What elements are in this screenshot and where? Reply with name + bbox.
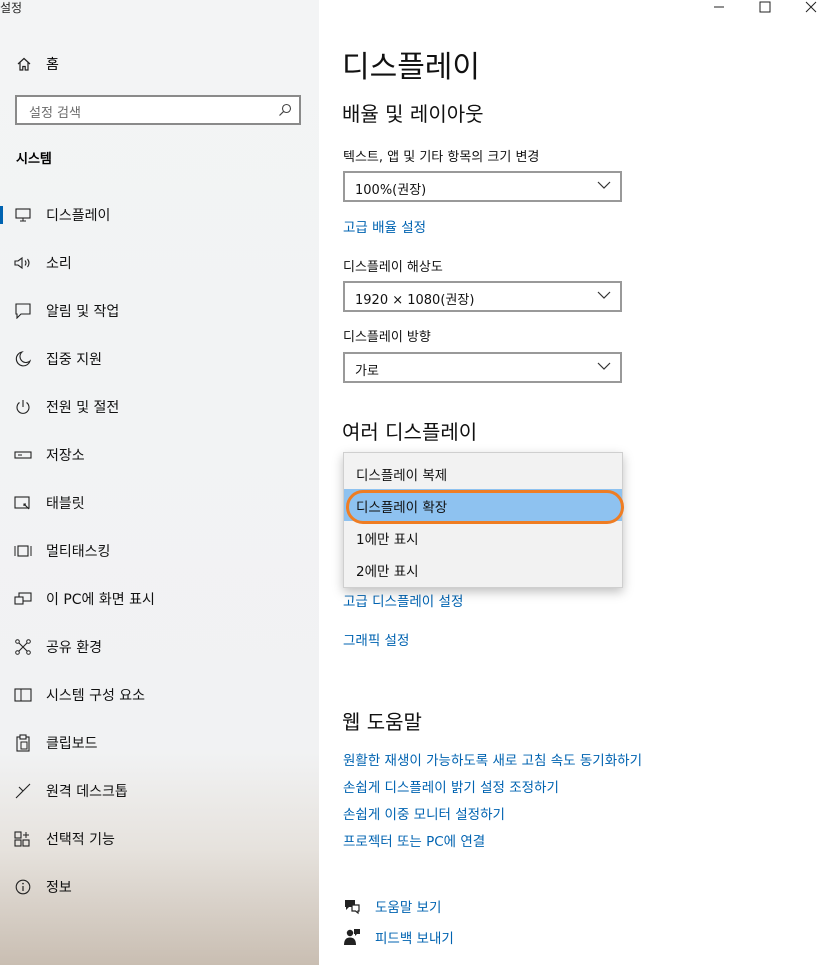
option-duplicate[interactable]: 디스플레이 복제 xyxy=(344,457,622,489)
sidebar-item-label: 이 PC에 화면 표시 xyxy=(46,592,155,608)
get-help-link[interactable]: 도움말 보기 xyxy=(343,895,441,917)
storage-icon xyxy=(14,446,32,464)
project-icon xyxy=(14,590,32,608)
page-title: 디스플레이 xyxy=(342,50,480,85)
advanced-scale-link[interactable]: 고급 배율 설정 xyxy=(343,216,426,236)
sidebar-item-focus[interactable]: 집중 지원 xyxy=(0,344,319,374)
sidebar-item-multitasking[interactable]: 멀티태스킹 xyxy=(0,536,319,566)
search-box[interactable]: 설정 검색 xyxy=(15,95,301,125)
minimize-button[interactable] xyxy=(704,0,734,14)
highlight-annotation xyxy=(346,490,624,524)
chevron-down-icon xyxy=(597,361,611,371)
sidebar-item-label: 정보 xyxy=(46,880,72,896)
scale-select[interactable]: 100%(권장) xyxy=(343,171,622,202)
chevron-down-icon xyxy=(597,180,611,190)
sidebar-item-display[interactable]: 디스플레이 xyxy=(0,200,319,230)
help-link-projector[interactable]: 프로젝터 또는 PC에 연결 xyxy=(343,830,485,850)
sidebar-item-label: 선택적 기능 xyxy=(46,832,115,848)
web-help-section-title: 웹 도움말 xyxy=(342,710,422,734)
sidebar-item-share[interactable]: 공유 환경 xyxy=(0,632,319,662)
feedback-label: 피드백 보내기 xyxy=(375,931,454,947)
sidebar-item-label: 공유 환경 xyxy=(46,640,102,656)
scale-label: 텍스트, 앱 및 기타 항목의 크기 변경 xyxy=(343,150,540,165)
resolution-label: 디스플레이 해상도 xyxy=(343,260,443,275)
app-title: 설정 xyxy=(0,1,23,15)
advanced-display-link[interactable]: 고급 디스플레이 설정 xyxy=(343,590,463,610)
sidebar: 설정 홈 설정 검색 시스템 디스플레이 소리 알림 및 작업 집중 지원 전원… xyxy=(0,0,319,965)
sidebar-item-remote[interactable]: 원격 데스크톱 xyxy=(0,776,319,806)
sidebar-item-label: 시스템 구성 요소 xyxy=(46,688,146,704)
sidebar-item-label: 집중 지원 xyxy=(46,352,102,368)
option-label: 디스플레이 복제 xyxy=(356,468,448,484)
help-link-dual-monitor[interactable]: 손쉽게 이중 모니터 설정하기 xyxy=(343,803,505,823)
sidebar-item-label: 알림 및 작업 xyxy=(46,304,120,320)
feedback-icon xyxy=(343,928,361,946)
sidebar-item-sound[interactable]: 소리 xyxy=(0,248,319,278)
power-icon xyxy=(14,398,32,416)
scale-value: 100%(권장) xyxy=(355,183,427,198)
sidebar-item-clipboard[interactable]: 클립보드 xyxy=(0,728,319,758)
feedback-link[interactable]: 피드백 보내기 xyxy=(343,926,454,948)
sidebar-item-label: 소리 xyxy=(46,256,72,272)
search-icon[interactable] xyxy=(277,102,293,118)
option-show-only-1[interactable]: 1에만 표시 xyxy=(344,521,622,553)
sidebar-item-tablet[interactable]: 태블릿 xyxy=(0,488,319,518)
remote-icon xyxy=(14,782,32,800)
orientation-label: 디스플레이 방향 xyxy=(343,330,431,345)
sidebar-item-components[interactable]: 시스템 구성 요소 xyxy=(0,680,319,710)
sidebar-item-project[interactable]: 이 PC에 화면 표시 xyxy=(0,584,319,614)
multitasking-icon xyxy=(14,542,32,560)
sidebar-item-about[interactable]: 정보 xyxy=(0,872,319,902)
system-section-title: 시스템 xyxy=(16,152,52,167)
sidebar-item-label: 태블릿 xyxy=(46,496,85,512)
sidebar-item-notifications[interactable]: 알림 및 작업 xyxy=(0,296,319,326)
resolution-value: 1920 × 1080(권장) xyxy=(355,293,475,308)
chevron-down-icon xyxy=(597,290,611,300)
close-button[interactable] xyxy=(796,0,826,14)
home-label: 홈 xyxy=(46,57,59,73)
tablet-icon xyxy=(14,494,32,512)
sidebar-item-features[interactable]: 선택적 기능 xyxy=(0,824,319,854)
orientation-select[interactable]: 가로 xyxy=(343,352,622,383)
option-label: 2에만 표시 xyxy=(356,564,419,580)
sidebar-item-label: 디스플레이 xyxy=(46,208,111,224)
sidebar-item-power[interactable]: 전원 및 절전 xyxy=(0,392,319,422)
sidebar-item-label: 클립보드 xyxy=(46,736,98,752)
features-icon xyxy=(14,830,32,848)
sidebar-item-label: 저장소 xyxy=(46,448,85,464)
clipboard-icon xyxy=(14,734,32,752)
help-link-refresh-rate[interactable]: 원활한 재생이 가능하도록 새로 고침 속도 동기화하기 xyxy=(343,749,642,769)
resolution-select[interactable]: 1920 × 1080(권장) xyxy=(343,281,622,312)
multi-display-section-title: 여러 디스플레이 xyxy=(342,420,478,444)
get-help-label: 도움말 보기 xyxy=(375,900,442,916)
graphics-settings-link[interactable]: 그래픽 설정 xyxy=(343,629,409,649)
info-icon xyxy=(14,878,32,896)
option-show-only-2[interactable]: 2에만 표시 xyxy=(344,553,622,585)
home-icon xyxy=(16,56,32,72)
option-label: 1에만 표시 xyxy=(356,532,419,548)
scale-section-title: 배율 및 레이아웃 xyxy=(342,102,484,126)
sidebar-item-storage[interactable]: 저장소 xyxy=(0,440,319,470)
moon-icon xyxy=(14,350,32,368)
sidebar-item-label: 원격 데스크톱 xyxy=(46,784,128,800)
sidebar-item-label: 멀티태스킹 xyxy=(46,544,111,560)
components-icon xyxy=(14,686,32,704)
search-input[interactable]: 설정 검색 xyxy=(29,102,81,121)
help-chat-icon xyxy=(343,897,361,915)
home-link[interactable]: 홈 xyxy=(16,54,59,74)
sidebar-item-label: 전원 및 절전 xyxy=(46,400,120,416)
share-icon xyxy=(14,638,32,656)
help-link-brightness[interactable]: 손쉽게 디스플레이 밝기 설정 조정하기 xyxy=(343,776,559,796)
orientation-value: 가로 xyxy=(355,364,379,379)
speaker-icon xyxy=(14,254,32,272)
monitor-icon xyxy=(14,206,32,224)
maximize-button[interactable] xyxy=(750,0,780,14)
notification-icon xyxy=(14,302,32,320)
